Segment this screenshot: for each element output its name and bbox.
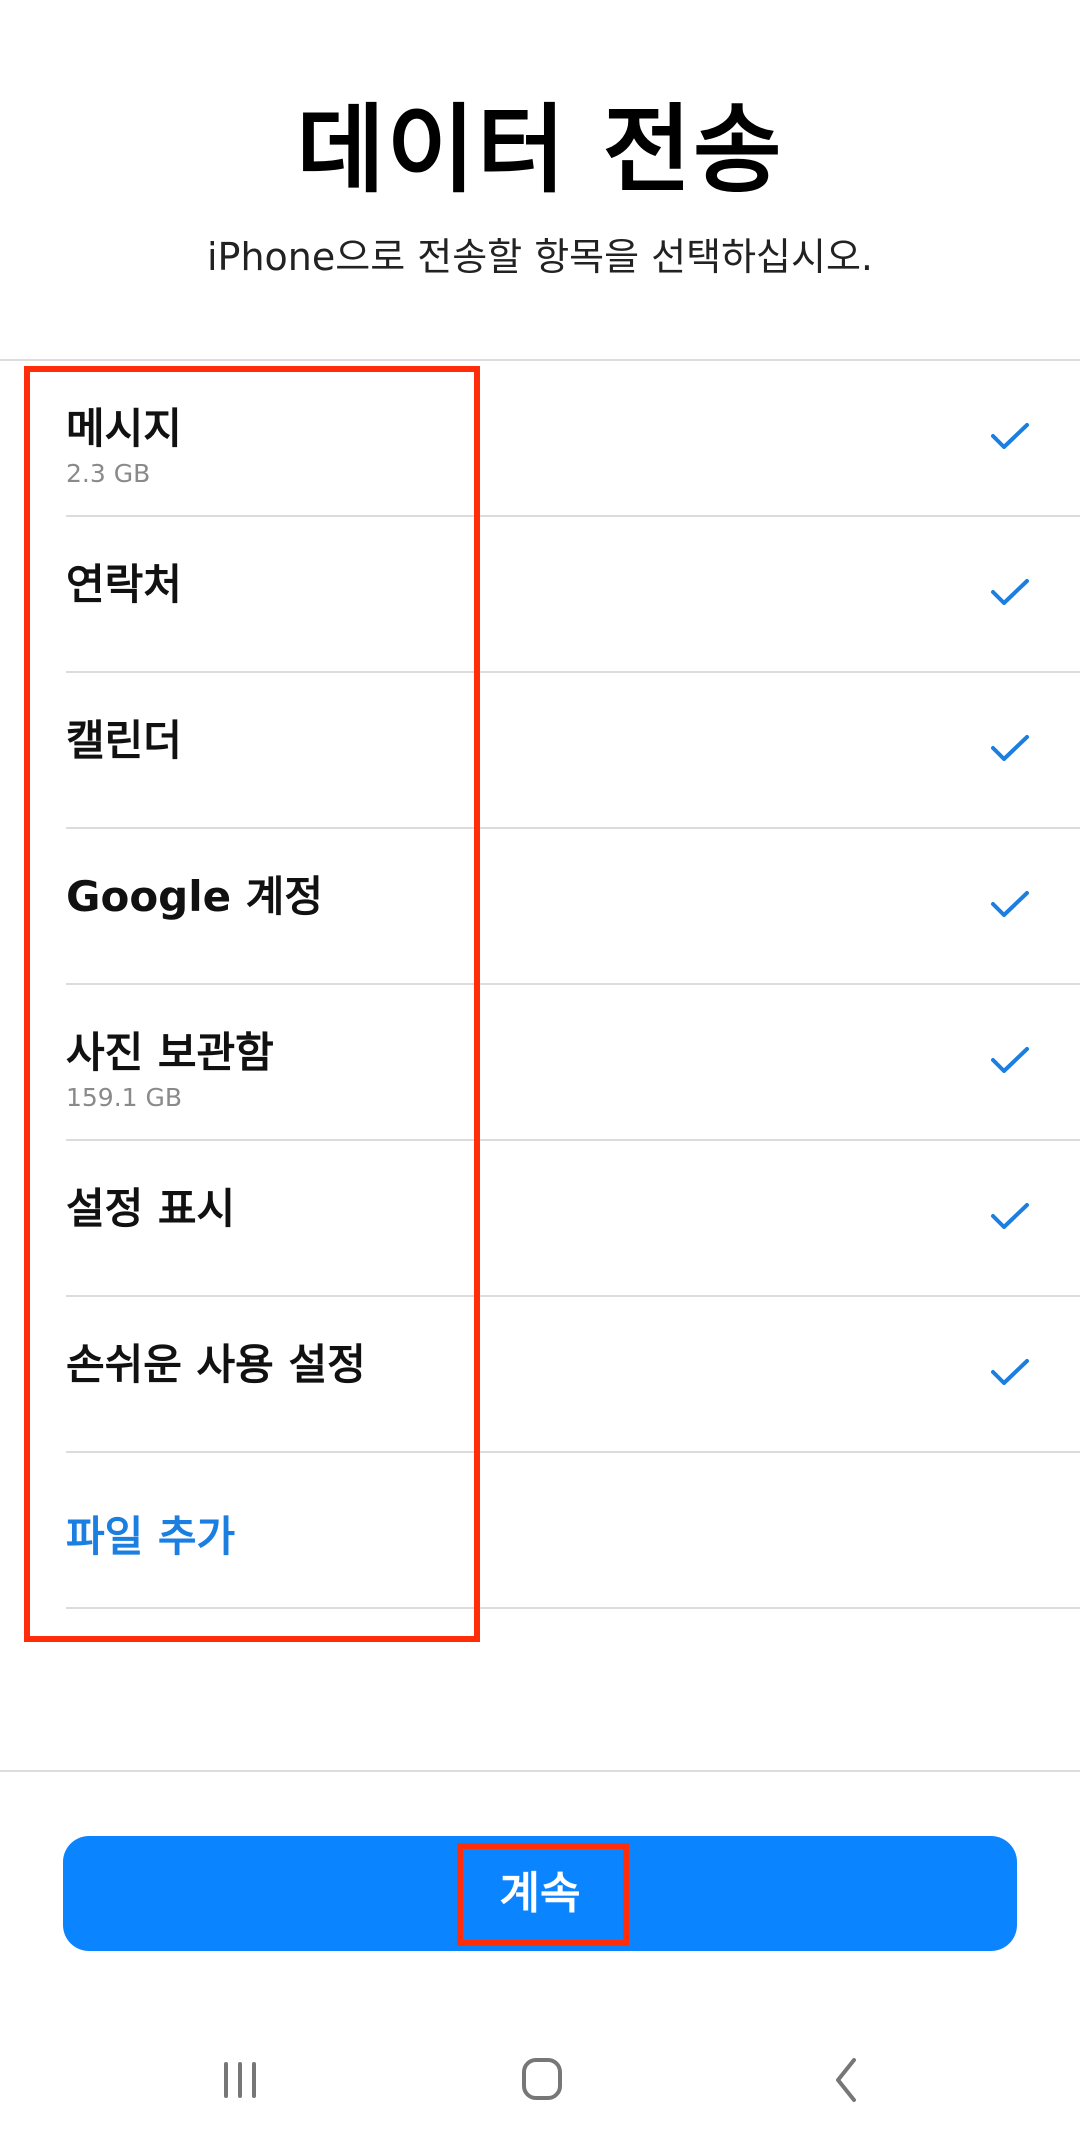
item-label: Google 계정 [66,872,324,921]
transfer-items-list: 메시지 2.3 GB 연락처 캘린더 Google 계정 사진 보관함 159.… [0,361,1080,1609]
list-item-messages[interactable]: 메시지 2.3 GB [0,361,1080,517]
checkmark-icon [991,423,1029,449]
list-item-photo-library[interactable]: 사진 보관함 159.1 GB [0,985,1080,1141]
item-size: 2.3 GB [66,459,151,488]
list-item-accessibility-settings[interactable]: 손쉬운 사용 설정 [0,1297,1080,1453]
checkmark-icon [991,1359,1029,1385]
add-files-link[interactable]: 파일 추가 [0,1453,1080,1609]
item-label: 설정 표시 [66,1184,236,1233]
home-icon[interactable] [502,2050,582,2110]
divider [66,1607,1080,1609]
checkmark-icon [991,579,1029,605]
checkmark-icon [991,1047,1029,1073]
checkmark-icon [991,1203,1029,1229]
item-size: 159.1 GB [66,1083,183,1112]
add-files-label: 파일 추가 [66,1512,236,1561]
back-icon[interactable] [806,2050,886,2110]
checkmark-icon [991,735,1029,761]
list-item-display-settings[interactable]: 설정 표시 [0,1141,1080,1297]
list-item-contacts[interactable]: 연락처 [0,517,1080,673]
recent-apps-icon[interactable] [200,2050,280,2110]
page-subtitle: iPhone으로 전송할 항목을 선택하십시오. [206,235,874,279]
list-item-google-account[interactable]: Google 계정 [0,829,1080,985]
navigation-bar [0,2020,1080,2140]
item-label: 사진 보관함 [66,1028,274,1077]
checkmark-icon [991,891,1029,917]
item-label: 손쉬운 사용 설정 [66,1340,366,1389]
continue-button[interactable]: 계속 [63,1836,1017,1951]
page-title: 데이터 전송 [296,94,784,206]
item-label: 메시지 [66,404,182,453]
item-label: 캘린더 [66,716,182,765]
bottom-divider [0,1770,1080,1772]
item-label: 연락처 [66,560,182,609]
list-item-calendar[interactable]: 캘린더 [0,673,1080,829]
